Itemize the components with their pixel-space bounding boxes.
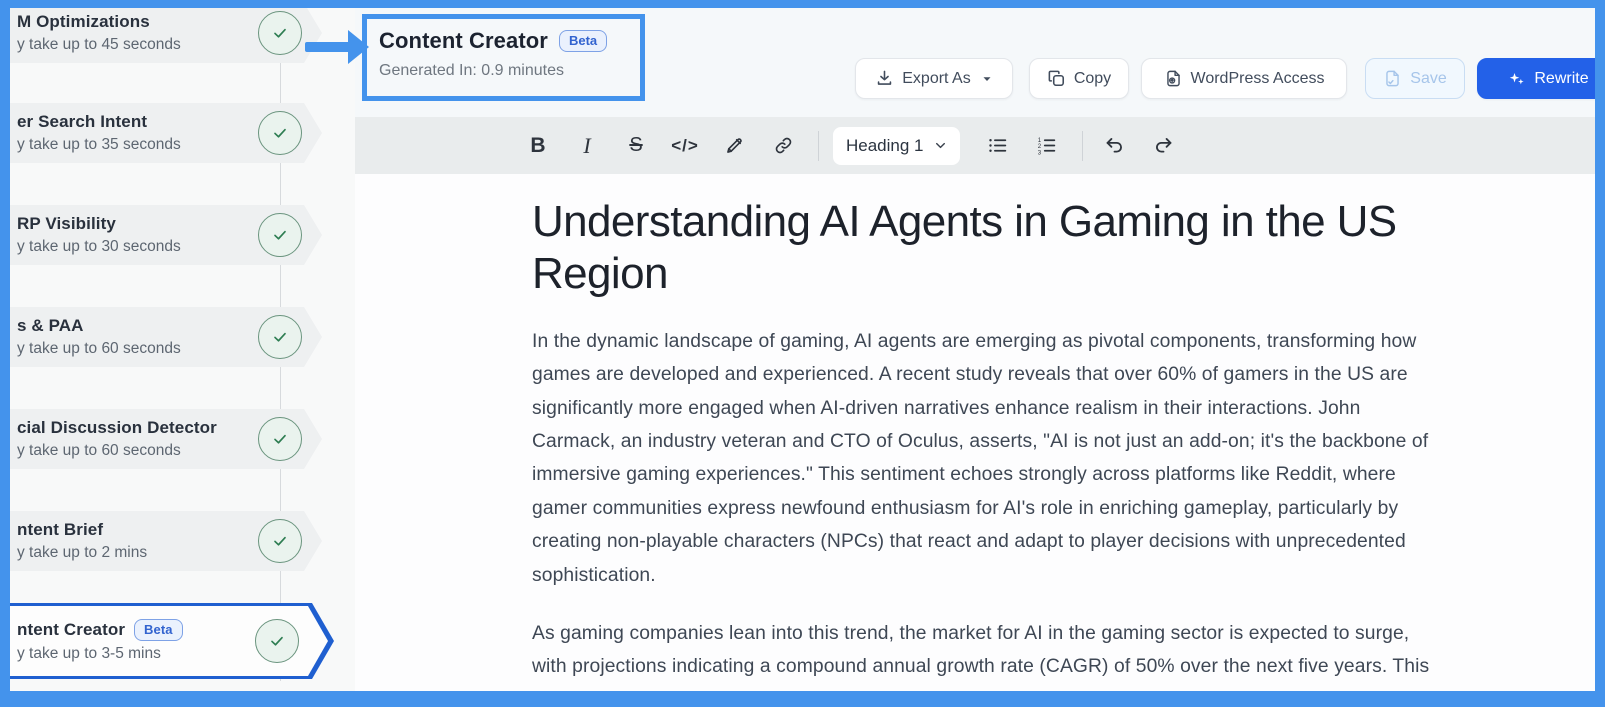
check-circle-icon — [258, 11, 302, 55]
undo-icon — [1106, 138, 1122, 153]
export-as-label: Export As — [902, 69, 971, 87]
copy-icon — [1048, 70, 1064, 87]
wordpress-access-label: WordPress Access — [1190, 69, 1325, 87]
highlighter-icon — [726, 138, 742, 153]
save-button[interactable]: Save — [1365, 58, 1465, 99]
numbered-list-button[interactable]: 123 — [1029, 128, 1065, 164]
generated-in-label: Generated In: 0.9 minutes — [379, 62, 564, 79]
annotation-frame-right — [1595, 0, 1605, 707]
download-icon — [878, 70, 892, 85]
code-button[interactable]: </> — [667, 128, 703, 164]
undo-button[interactable] — [1097, 128, 1133, 164]
redo-button[interactable] — [1146, 128, 1182, 164]
main-panel: Content Creator Beta Generated In: 0.9 m… — [355, 8, 1595, 691]
editor-toolbar: B I S </> Heading 1 123 — [355, 117, 1595, 174]
bullet-list-icon — [989, 139, 1007, 152]
numbered-list-icon: 123 — [1038, 137, 1056, 156]
sparkles-icon — [1510, 72, 1524, 85]
editor-content[interactable]: Understanding AI Agents in Gaming in the… — [355, 174, 1595, 691]
toolbar-divider — [1081, 130, 1083, 161]
annotation-frame-bottom — [0, 691, 1605, 707]
annotation-arrow-head — [348, 30, 369, 64]
check-circle-icon — [258, 213, 302, 257]
sidebar-item-content-brief[interactable]: ntent Brief y take up to 2 mins — [10, 511, 322, 571]
annotation-frame-top — [0, 0, 1605, 8]
export-as-button[interactable]: Export As — [855, 58, 1013, 99]
article-paragraph: In the dynamic landscape of gaming, AI a… — [532, 330, 1429, 586]
annotation-arrow-tail — [305, 42, 351, 52]
selected-step-surface: ntent Creator Beta y take up to 3-5 mins — [10, 606, 328, 676]
beta-badge: Beta — [558, 29, 608, 53]
svg-text:3: 3 — [1038, 149, 1042, 156]
article-heading: Understanding AI Agents in Gaming in the… — [532, 197, 1397, 298]
page-title: Content Creator — [379, 28, 548, 53]
step-title-text: ntent Creator — [17, 619, 126, 639]
check-circle-icon — [255, 619, 299, 663]
rewrite-button[interactable]: Rewrite — [1477, 58, 1595, 99]
page-upload-icon — [1166, 70, 1180, 87]
chevron-down-icon — [935, 142, 945, 149]
check-circle-icon — [258, 111, 302, 155]
link-button[interactable] — [765, 128, 801, 164]
copy-label: Copy — [1073, 69, 1112, 87]
check-circle-icon — [258, 315, 302, 359]
strikethrough-button[interactable]: S — [618, 128, 654, 164]
sidebar-item-serp-visibility[interactable]: RP Visibility y take up to 30 seconds — [10, 205, 322, 265]
wordpress-access-button[interactable]: WordPress Access — [1141, 58, 1347, 99]
check-circle-icon — [258, 417, 302, 461]
annotation-frame-left — [0, 0, 10, 707]
beta-badge: Beta — [134, 619, 183, 642]
sidebar-item-paa[interactable]: s & PAA y take up to 60 seconds — [10, 307, 322, 367]
bullet-list-button[interactable] — [980, 128, 1016, 164]
chevron-down-icon — [983, 76, 991, 81]
copy-button[interactable]: Copy — [1029, 58, 1129, 99]
heading-style-value: Heading 1 — [846, 135, 924, 155]
save-doc-check-icon — [1386, 70, 1400, 87]
sidebar-item-social-discussion-detector[interactable]: cial Discussion Detector y take up to 60… — [10, 409, 322, 469]
italic-button[interactable]: I — [569, 128, 605, 164]
highlighter-button[interactable] — [716, 128, 752, 164]
workflow-sidebar: M Optimizations y take up to 45 seconds … — [10, 8, 355, 691]
annotation-highlight-box: Content Creator Beta Generated In: 0.9 m… — [362, 14, 645, 101]
check-circle-icon — [258, 519, 302, 563]
heading-style-select[interactable]: Heading 1 — [833, 126, 960, 165]
redo-icon — [1156, 138, 1172, 153]
sidebar-item-llm-optimizations[interactable]: M Optimizations y take up to 45 seconds — [10, 8, 322, 63]
article-paragraph: As gaming companies lean into this trend… — [532, 623, 1430, 691]
link-icon — [775, 137, 791, 154]
sidebar-item-search-intent[interactable]: er Search Intent y take up to 35 seconds — [10, 103, 322, 163]
rewrite-label: Rewrite — [1534, 69, 1589, 87]
toolbar-divider — [818, 130, 819, 161]
save-label: Save — [1410, 69, 1447, 87]
bold-button[interactable]: B — [520, 128, 556, 164]
sidebar-item-content-creator-selected[interactable]: ntent Creator Beta y take up to 3-5 mins — [10, 603, 334, 679]
app-window: M Optimizations y take up to 45 seconds … — [0, 0, 1605, 707]
